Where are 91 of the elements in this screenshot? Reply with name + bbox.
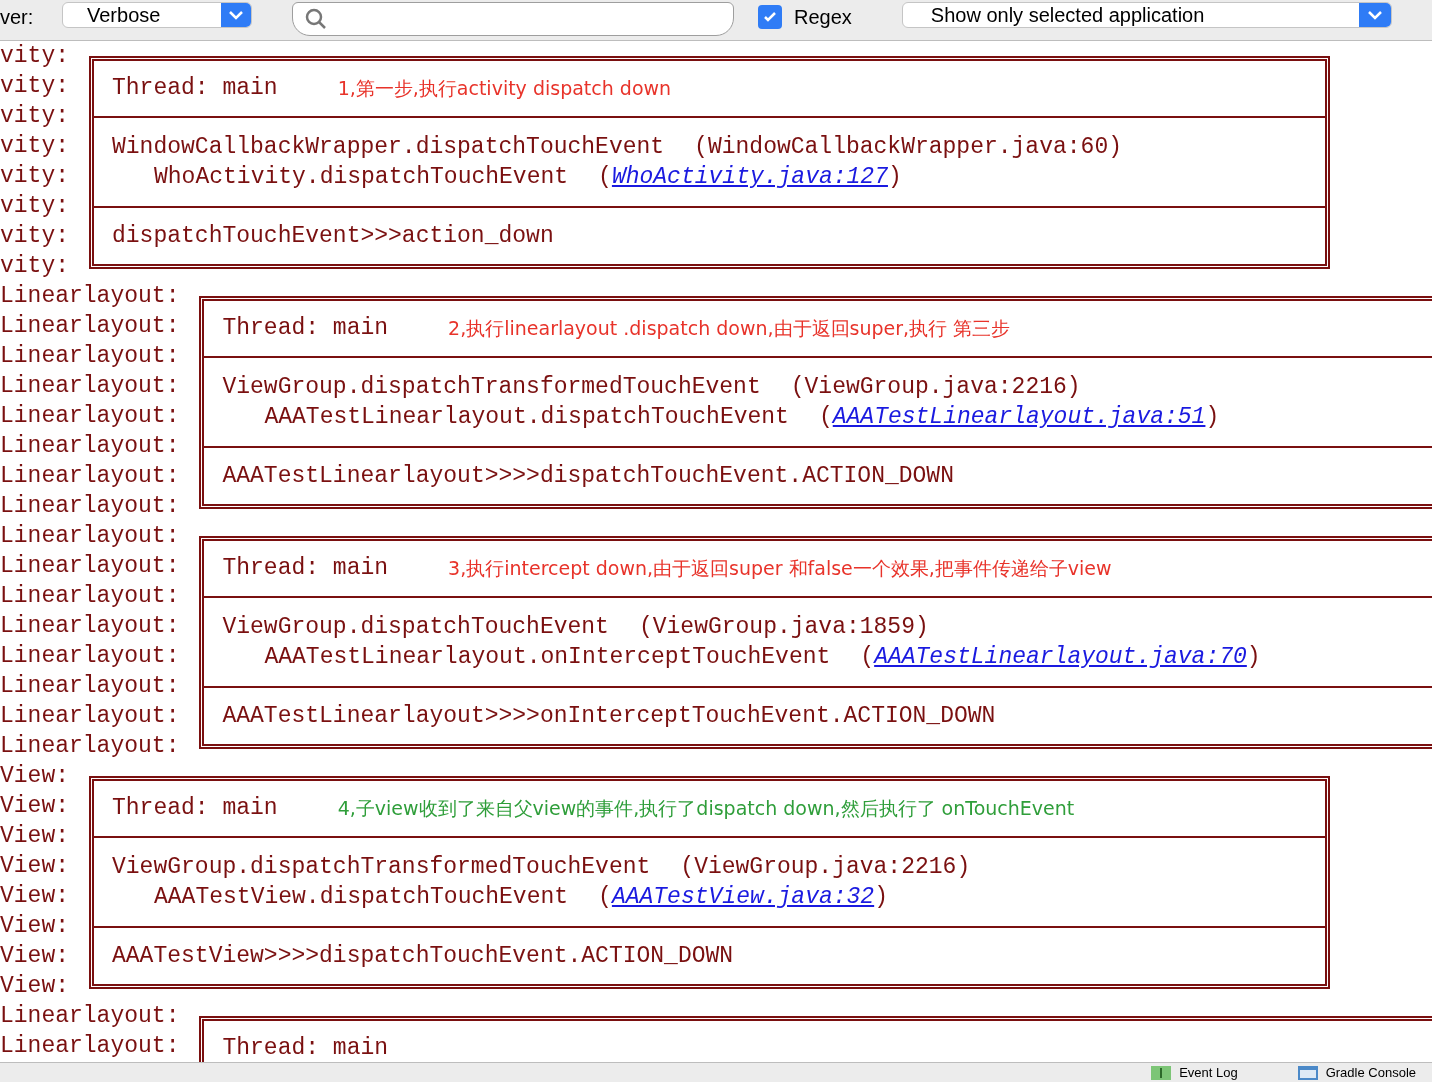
log-tag: Linearlayout:	[0, 521, 180, 551]
paren-text: )	[1108, 133, 1122, 162]
log-tag: View:	[0, 941, 69, 971]
search-field[interactable]	[292, 2, 734, 36]
log-tag: vity:	[0, 131, 69, 161]
log-tag: View:	[0, 911, 69, 941]
thread-label: Thread: main	[222, 314, 389, 344]
log-message: AAATestLinearlayout>>>>onInterceptTouchEvent.ACTION_DOWN	[222, 701, 996, 731]
source-location: WindowCallbackWrapper.java:60	[707, 133, 1109, 162]
log-tag: Linearlayout:	[0, 671, 180, 701]
log-tag: Linearlayout:	[0, 281, 180, 311]
log-tag: vity:	[0, 101, 69, 131]
log-tag: View:	[0, 821, 69, 851]
paren-text: (	[598, 883, 612, 912]
chevron-down-icon	[221, 3, 251, 27]
log-tag: vity:	[0, 161, 69, 191]
log-tag: Linearlayout:	[0, 641, 180, 671]
log-level-label: ver:	[0, 5, 35, 30]
annotation-note: 4,子view收到了来自父view的事件,执行了dispatch down,然后执行了 onTouchEvent	[337, 796, 1075, 822]
paren-text: )	[1246, 643, 1261, 672]
log-tag: View:	[0, 881, 69, 911]
paren-text: )	[874, 883, 888, 912]
log-tag: Linearlayout:	[0, 431, 180, 461]
log-tag: Linearlayout:	[0, 611, 180, 641]
log-tag: vity:	[0, 251, 69, 281]
annotation-note: 3,执行intercept down,由于返回super 和false一个效果,把事件传递给子view	[448, 556, 1112, 582]
log-message: dispatchTouchEvent>>>action_down	[112, 221, 554, 251]
log-tag: vity:	[0, 71, 69, 101]
thread-label: Thread: main	[112, 74, 278, 104]
paren-text: )	[914, 613, 929, 642]
log-level-dropdown[interactable]: Verbose	[62, 2, 252, 28]
stack-frame-method: ViewGroup.dispatchTouchEvent	[222, 613, 609, 642]
log-tag: Linearlayout:	[0, 461, 180, 491]
source-location: ViewGroup.java:2216	[694, 853, 957, 882]
paren-text: )	[1205, 403, 1220, 432]
stack-frame-method: WindowCallbackWrapper.dispatchTouchEvent	[112, 133, 665, 162]
paren-text: (	[694, 133, 708, 162]
regex-checkbox[interactable]	[758, 5, 782, 29]
paren-text: )	[887, 163, 902, 192]
status-tab[interactable]: Gradle Console	[1325, 1062, 1416, 1082]
log-tag: View:	[0, 761, 69, 791]
source-link[interactable]: AAATestLinearlayout.java:51	[832, 402, 1206, 432]
stack-frame-method: WhoActivity.dispatchTouchEvent	[154, 163, 569, 192]
source-link[interactable]: WhoActivity.java:127	[611, 162, 888, 192]
log-tag: Linearlayout:	[0, 701, 180, 731]
console-icon	[1297, 1065, 1318, 1080]
paren-text: (	[790, 373, 805, 402]
paren-text: )	[956, 853, 971, 882]
log-tag: Linearlayout:	[0, 551, 180, 581]
log-tag: Linearlayout:	[0, 491, 180, 521]
log-tag: Linearlayout:	[0, 1031, 180, 1061]
thread-label: Thread: main	[222, 1034, 389, 1062]
stack-frame-method: AAATestLinearlayout.dispatchTouchEvent	[264, 403, 789, 432]
log-tag: Linearlayout:	[0, 401, 180, 431]
log-tag: Linearlayout:	[0, 731, 180, 761]
annotation-note: 2,执行linearlayout .dispatch down,由于返回super,执行 第三步	[448, 316, 1011, 342]
source-link[interactable]: AAATestLinearlayout.java:70	[874, 642, 1247, 672]
app-filter-dropdown[interactable]: Show only selected application	[901, 2, 1392, 28]
source-location: ViewGroup.java:2216	[804, 373, 1067, 402]
log-tag: Linearlayout:	[0, 371, 180, 401]
source-link[interactable]: AAATestView.java:32	[611, 882, 875, 912]
log-tag: Linearlayout:	[0, 311, 180, 341]
log-tag: View:	[0, 791, 69, 821]
source-location: ViewGroup.java:1859	[652, 613, 915, 642]
paren-text: (	[638, 613, 653, 642]
paren-text: (	[680, 853, 695, 882]
log-tag: vity:	[0, 41, 69, 71]
log-tag: Linearlayout:	[0, 1001, 180, 1031]
log-tag: vity:	[0, 191, 69, 221]
thread-label: Thread: main	[222, 554, 389, 584]
stack-frame-method: ViewGroup.dispatchTransformedTouchEvent	[112, 853, 651, 882]
log-tag: View:	[0, 851, 69, 881]
regex-label: Regex	[794, 5, 852, 30]
log-tag: vity:	[0, 221, 69, 251]
paren-text: (	[818, 403, 833, 432]
chevron-down-icon	[1358, 3, 1391, 27]
log-tag: Linearlayout:	[0, 581, 180, 611]
event-log-icon	[1151, 1065, 1172, 1080]
stack-frame-method: ViewGroup.dispatchTransformedTouchEvent	[222, 373, 761, 402]
log-tag: View:	[0, 971, 69, 1001]
paren-text: (	[598, 163, 612, 192]
stack-frame-method: AAATestView.dispatchTouchEvent	[154, 883, 569, 912]
log-tag: Linearlayout:	[0, 341, 180, 371]
status-tab[interactable]: Event Log	[1179, 1062, 1238, 1082]
search-icon	[305, 8, 327, 30]
stack-frame-method: AAATestLinearlayout.onInterceptTouchEvent	[264, 643, 831, 672]
paren-text: )	[1066, 373, 1081, 402]
log-message: AAATestLinearlayout>>>>dispatchTouchEvent.ACTION_DOWN	[222, 461, 954, 491]
annotation-note: 1,第一步,执行activity dispatch down	[337, 76, 672, 102]
thread-label: Thread: main	[112, 794, 278, 824]
log-message: AAATestView>>>>dispatchTouchEvent.ACTION_DOWN	[112, 941, 734, 971]
